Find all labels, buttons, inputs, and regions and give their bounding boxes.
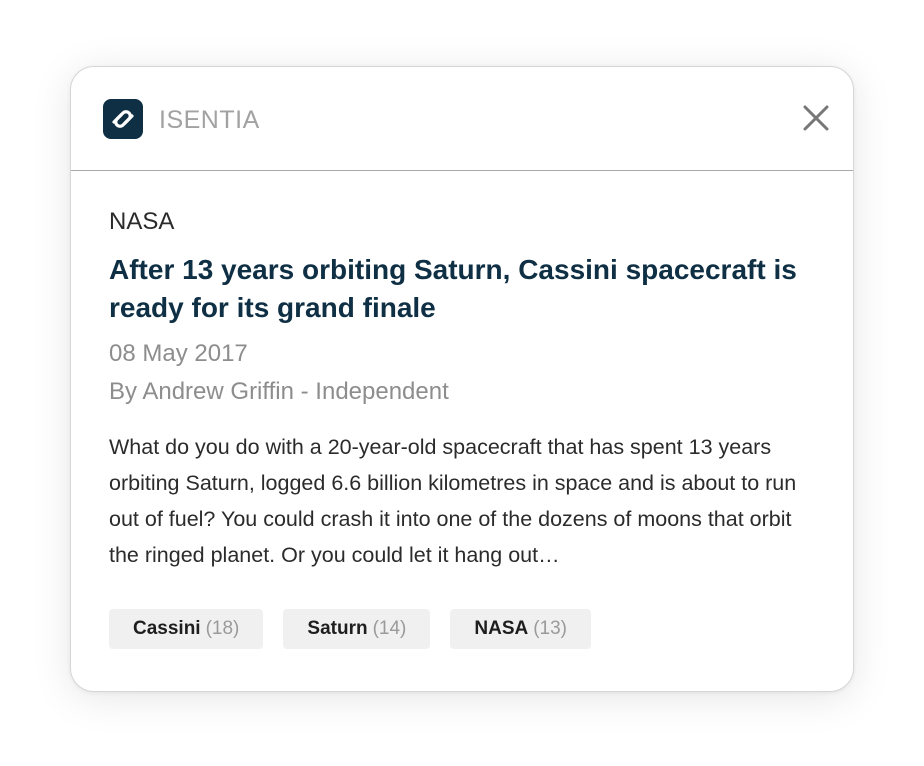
article-byline: By Andrew Griffin - Independent	[109, 378, 449, 405]
tag-saturn[interactable]: Saturn (14)	[283, 609, 431, 649]
article-date: 08 May 2017	[109, 340, 248, 367]
tag-label: Cassini	[133, 618, 201, 639]
close-icon[interactable]	[801, 103, 831, 133]
tag-cassini[interactable]: Cassini (18)	[109, 609, 264, 649]
isentia-logo-icon	[103, 99, 143, 139]
article-content: NASA After 13 years orbiting Saturn, Cas…	[109, 207, 819, 573]
tag-count: (13)	[533, 618, 568, 639]
card-header: ISENTIA	[71, 67, 853, 171]
tag-count: (18)	[205, 618, 240, 639]
article-card: ISENTIA NASA After 13 years orbiting Sat…	[70, 66, 854, 692]
article-title[interactable]: After 13 years orbiting Saturn, Cassini …	[109, 251, 819, 327]
tag-list: Cassini (18) Saturn (14) NASA (13)	[109, 609, 592, 649]
brand-name: ISENTIA	[159, 106, 260, 134]
article-summary: What do you do with a 20-year-old spacec…	[109, 435, 797, 567]
tag-count: (14)	[372, 618, 407, 639]
tag-nasa[interactable]: NASA (13)	[450, 609, 592, 649]
tag-label: Saturn	[307, 618, 368, 639]
article-source: NASA	[109, 208, 175, 235]
tag-label: NASA	[474, 618, 529, 639]
